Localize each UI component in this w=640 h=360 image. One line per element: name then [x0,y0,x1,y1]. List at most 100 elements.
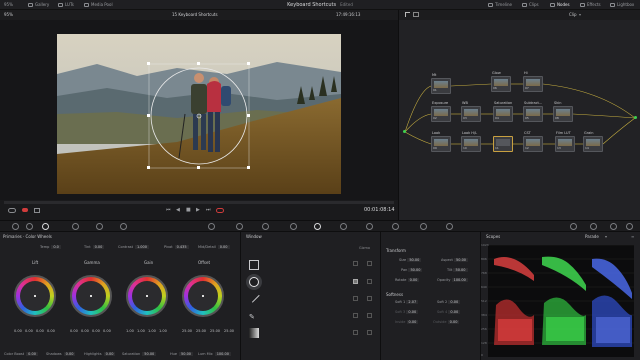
window-2-checkbox[interactable] [353,279,358,284]
outside-control[interactable]: Outside 0.00 [433,320,460,324]
highlights-value[interactable]: 0.00 [103,352,116,356]
tilt-control[interactable]: Tilt 50.00 [447,268,468,272]
highlights-control[interactable]: Highlights 0.00 [84,352,116,356]
lift-y[interactable]: 0.00 [14,329,22,333]
outside-value[interactable]: 0.00 [447,320,460,324]
node-12[interactable]: CST 12 [523,131,543,152]
source-input-dot[interactable] [403,130,406,133]
aspect-control[interactable]: Aspect 50.00 [441,258,469,262]
node-06[interactable]: Glow 06 [491,71,511,92]
tint-control[interactable]: Tint 0.00 [84,245,105,249]
gamma-y[interactable]: 0.00 [70,329,78,333]
scopes-toggle-icon[interactable] [590,223,597,230]
contrast-control[interactable]: Contrast 1.000 [118,245,149,249]
node-01[interactable]: Mt 01 [431,73,451,94]
window-5-checkbox[interactable] [353,330,358,335]
pan-control[interactable]: Pan 50.00 [401,268,423,272]
opacity-value[interactable]: 100.00 [451,278,468,282]
lightbox-button[interactable]: Lightbox [610,2,634,7]
offset-b[interactable]: 25.00 [224,329,234,333]
lummix-control[interactable]: Lum Mix 100.00 [198,352,231,356]
wheel-puck[interactable] [202,295,204,297]
window-2-invert[interactable] [367,279,372,284]
key-icon[interactable] [420,223,427,230]
timeline-scrubber[interactable] [4,201,394,204]
offset-y[interactable]: 25.00 [182,329,192,333]
lift-wheel[interactable] [14,275,56,317]
sizing-icon[interactable] [446,223,453,230]
pointer-icon[interactable] [405,12,410,17]
rotate-value[interactable]: 0.00 [407,278,420,282]
color-warper-icon[interactable] [236,223,243,230]
gizmo-label[interactable]: Gizmo [359,246,370,250]
play-icon[interactable]: ▶ [196,207,200,213]
wheel-puck[interactable] [90,295,92,297]
gradient-window-icon[interactable] [249,328,259,338]
node-10[interactable]: Look H/L 10 [461,131,481,152]
gamma-b[interactable]: 0.00 [103,329,111,333]
hue-value[interactable]: 50.00 [179,352,194,356]
gain-r[interactable]: 1.00 [137,329,145,333]
gain-y[interactable]: 1.00 [126,329,134,333]
window-4-invert[interactable] [367,313,372,318]
lummix-value[interactable]: 100.00 [214,352,231,356]
soft2-control[interactable]: Soft 2 0.00 [437,300,461,304]
loop-playback-icon[interactable] [216,208,224,213]
rgb-mixer-icon[interactable] [96,223,103,230]
node-04[interactable]: Saturation 04 [493,101,513,122]
shadows-control[interactable]: Shadows 0.00 [46,352,76,356]
lift-g[interactable]: 0.00 [36,329,44,333]
pivot-control[interactable]: Pivot 0.435 [164,245,189,249]
shadows-value[interactable]: 0.00 [63,352,76,356]
offset-r[interactable]: 25.00 [196,329,206,333]
saturation-value[interactable]: 50.00 [142,352,157,356]
window-4-checkbox[interactable] [353,313,358,318]
motion-effects-icon[interactable] [120,223,127,230]
wheel-puck[interactable] [34,295,36,297]
nodes-button[interactable]: Nodes [550,2,570,7]
lift-b[interactable]: 0.00 [47,329,55,333]
pan-value[interactable]: 50.00 [408,268,423,272]
curves-icon[interactable] [208,223,215,230]
clips-button[interactable]: Clips [522,2,539,7]
node-mode-select[interactable]: Clip [569,12,577,17]
temp-value[interactable]: 0.0 [51,245,61,249]
hdr-icon[interactable] [72,223,79,230]
pivot-value[interactable]: 0.435 [174,245,189,249]
size-control[interactable]: Size 50.00 [399,258,422,262]
3d-icon[interactable] [570,223,577,230]
soft3-control[interactable]: Soft 3 0.00 [395,310,419,314]
loop-icon[interactable] [8,208,16,213]
effects-button[interactable]: Effects [580,2,601,7]
node-11-selected[interactable]: 11 [493,136,513,152]
saturation-control[interactable]: Saturation 50.00 [122,352,157,356]
gain-g[interactable]: 1.00 [148,329,156,333]
viewer-zoom[interactable]: 95% [4,12,13,17]
node-14[interactable]: Grain 14 [583,131,603,152]
camera-raw-icon[interactable] [12,223,19,230]
node-editor[interactable]: Mt 01 Glow 06 Hi 07 Exposure 02 WB 03 Saturat… [398,20,640,220]
window-1-invert[interactable] [367,261,372,266]
lift-r[interactable]: 0.00 [25,329,33,333]
soft4-control[interactable]: Soft 4 0.00 [437,310,461,314]
color-boost-value[interactable]: 0.00 [26,352,38,356]
eyedropper-icon[interactable] [290,223,297,230]
window-icon[interactable] [314,223,321,230]
aspect-value[interactable]: 50.00 [454,258,469,262]
tracker-icon[interactable] [340,223,347,230]
record-icon[interactable] [22,208,28,212]
timeline-button[interactable]: Timeline [488,2,512,7]
scope-mode-select[interactable]: Parade [585,234,599,239]
node-03[interactable]: WB 03 [461,101,481,122]
gamma-wheel[interactable] [70,275,112,317]
tint-value[interactable]: 0.00 [92,245,105,249]
rotate-control[interactable]: Rotate 0.00 [395,278,420,282]
circle-window-icon[interactable] [249,277,259,287]
magic-mask-icon[interactable] [366,223,373,230]
blur-icon[interactable] [392,223,399,230]
scope-menu-icon[interactable]: ≡ [631,234,634,239]
audio-icon[interactable] [34,208,40,213]
gamma-g[interactable]: 0.00 [92,329,100,333]
gain-wheel[interactable] [126,275,168,317]
middetail-control[interactable]: Mid/Detail 0.00 [198,245,230,249]
